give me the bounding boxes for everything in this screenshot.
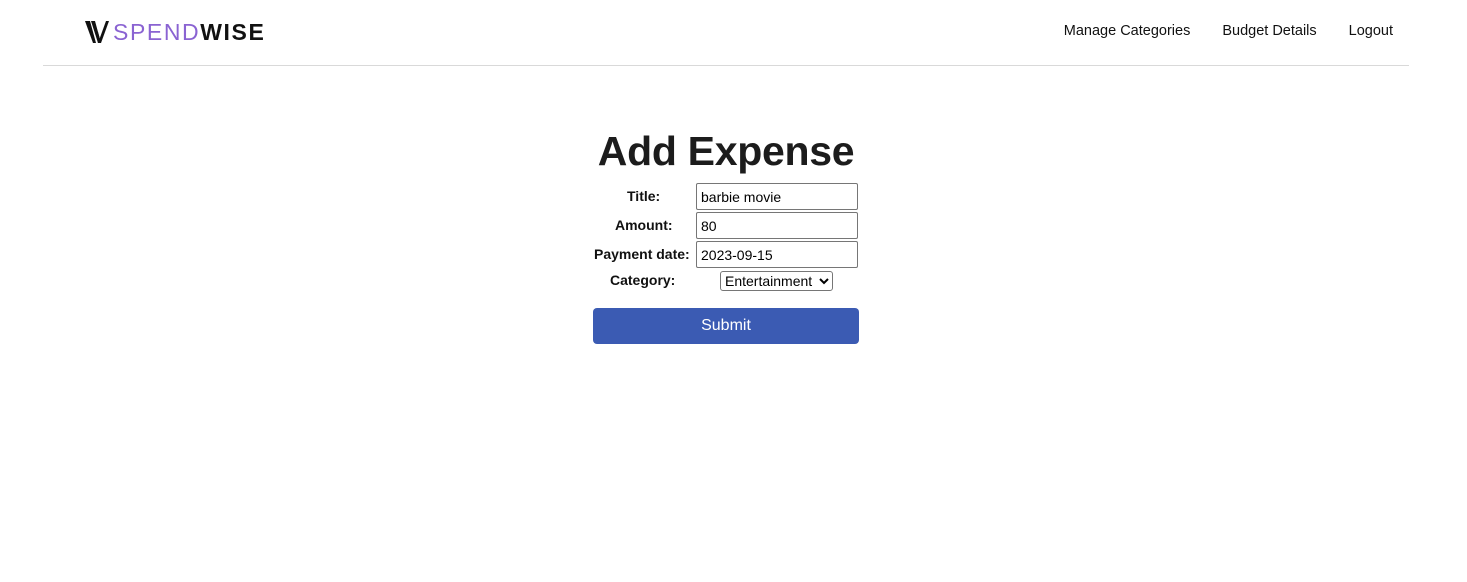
w-logo-icon — [85, 21, 109, 43]
nav-budget-details[interactable]: Budget Details — [1222, 21, 1316, 41]
brand-logo[interactable]: SPENDWISE — [85, 18, 265, 46]
brand-name: SPENDWISE — [113, 18, 265, 46]
brand-name-spend: SPEND — [113, 19, 201, 45]
amount-label: Amount: — [615, 217, 673, 233]
page: SPENDWISE Manage Categories Budget Detai… — [0, 0, 1467, 582]
title-label: Title: — [627, 188, 661, 204]
nav-logout[interactable]: Logout — [1349, 21, 1393, 41]
category-selected-value: Entertainment — [725, 273, 813, 289]
category-label: Category: — [610, 272, 676, 288]
page-title: Add Expense — [597, 128, 855, 174]
payment-date-label: Payment date: — [594, 246, 690, 262]
submit-button[interactable]: Submit — [593, 308, 859, 344]
category-select[interactable]: Entertainment — [720, 271, 833, 291]
payment-date-input[interactable] — [696, 241, 858, 268]
top-nav-bar: SPENDWISE Manage Categories Budget Detai… — [43, 0, 1409, 66]
title-input[interactable] — [696, 183, 858, 210]
nav-links: Manage Categories Budget Details Logout — [1064, 21, 1393, 41]
brand-name-wise: WISE — [200, 19, 266, 45]
chevron-down-icon — [819, 278, 829, 285]
amount-input[interactable] — [696, 212, 858, 239]
nav-manage-categories[interactable]: Manage Categories — [1064, 21, 1191, 41]
